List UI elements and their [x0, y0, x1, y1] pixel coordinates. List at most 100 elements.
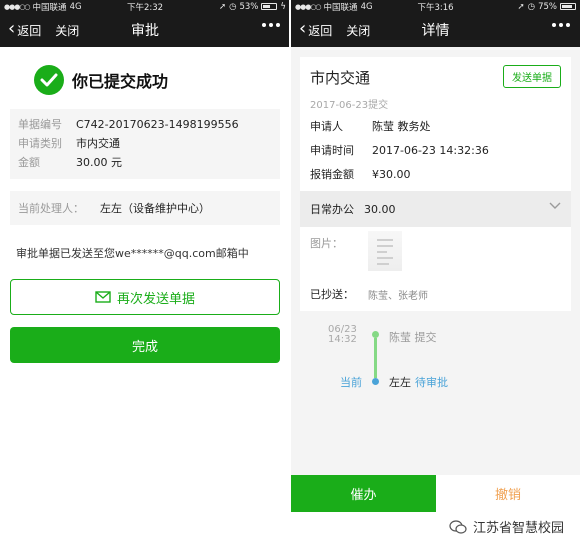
- status-time: 下午2:32: [126, 2, 164, 13]
- battery-icon: [560, 3, 576, 10]
- footer: 江苏省智慧校园: [0, 512, 580, 542]
- detail-row-applicant: 申请人 陈莹 教务处: [300, 115, 571, 139]
- handler-card: 当前处理人： 左左（设备维护中心）: [10, 191, 280, 225]
- nav-bar: ‹ 返回 关闭 审批: [0, 13, 290, 47]
- sent-message: 审批单据已发送至您we******@qq.com邮箱中: [16, 247, 249, 260]
- timeline-status: 待审批: [415, 376, 448, 389]
- battery-percent: 53%: [239, 1, 259, 12]
- info-value: 市内交通: [76, 137, 120, 150]
- detail-card: 市内交通 2017-06-23提交 发送单据 申请人 陈莹 教务处 申请时间 2…: [300, 57, 571, 311]
- urge-button[interactable]: 催办: [291, 475, 436, 512]
- receipt-thumbnail[interactable]: [368, 231, 402, 271]
- detail-label: 报销金额: [310, 168, 354, 181]
- done-button[interactable]: 完成: [10, 327, 280, 363]
- carrier-label: 中国联通: [32, 2, 67, 13]
- detail-header: 市内交通 2017-06-23提交 发送单据: [300, 57, 571, 115]
- approval-timeline: 06/23 14:32 陈莹 提交 当前 左左 待审批: [300, 311, 571, 411]
- location-icon: ➚: [218, 1, 227, 12]
- timeline-pending: 左左 待审批: [389, 374, 448, 390]
- category-label: 日常办公: [310, 203, 354, 216]
- detail-row-amount: 报销金额 ¥30.00: [300, 163, 571, 187]
- left-screen: ●●●○○ 中国联通 4G 下午2:32 ➚ ◷ 53% ϟ ‹ 返回 关闭 审…: [0, 0, 290, 512]
- detail-label: 申请人: [310, 120, 343, 133]
- alarm-icon: ◷: [527, 1, 536, 12]
- image-label: 图片：: [310, 237, 343, 250]
- check-icon: [34, 65, 64, 95]
- status-right: ➚ ◷ 75%: [518, 2, 576, 12]
- detail-row-time: 申请时间 2017-06-23 14:32:36: [300, 139, 571, 163]
- info-row-amount: 金额 30.00 元: [18, 153, 272, 172]
- cc-label: 已抄送：: [310, 288, 354, 301]
- back-button[interactable]: ‹ 返回: [8, 18, 42, 39]
- image-row: 图片：: [300, 227, 571, 277]
- detail-value: ¥30.00: [372, 168, 411, 181]
- timeline-date: 06/23 14:32: [328, 325, 357, 345]
- back-label: 返回: [308, 23, 333, 38]
- timeline-line: [374, 338, 377, 378]
- watermark-text: 江苏省智慧校园: [472, 521, 564, 536]
- status-left: ●●●○○ 中国联通 4G: [4, 1, 82, 13]
- info-row-number: 单据编号 C742-20170623-1498199556: [18, 115, 272, 134]
- timeline-approver: 左左: [389, 376, 411, 389]
- send-document-button[interactable]: 发送单据: [503, 65, 561, 88]
- resend-button[interactable]: 再次发送单据: [10, 279, 280, 315]
- info-label: 单据编号: [18, 118, 62, 131]
- battery-icon: [261, 3, 278, 10]
- close-button[interactable]: 关闭: [55, 22, 79, 39]
- category-row[interactable]: 日常办公 30.00: [300, 191, 571, 227]
- info-value: 30.00 元: [76, 156, 122, 169]
- detail-value: 2017-06-23 14:32:36: [372, 144, 489, 157]
- carrier-label: 中国联通: [323, 2, 358, 13]
- revoke-button[interactable]: 撤销: [436, 475, 580, 512]
- alarm-icon: ◷: [229, 1, 237, 12]
- page-title: 审批: [131, 23, 159, 39]
- cc-value: 陈莹、张老师: [368, 290, 428, 302]
- success-banner: 你已提交成功: [34, 65, 290, 95]
- timeline-dot-done: [372, 331, 379, 338]
- timeline-submitted: 陈莹 提交: [389, 331, 437, 344]
- network-label: 4G: [69, 1, 82, 12]
- close-button[interactable]: 关闭: [346, 22, 370, 39]
- right-screen: ●●●○○ 中国联通 4G 下午3:16 ➚ ◷ 75% ‹ 返回 关闭 详情 …: [291, 0, 580, 512]
- resend-label: 再次发送单据: [116, 291, 195, 307]
- category-value: 30.00: [364, 202, 396, 216]
- info-row-category: 申请类别 市内交通: [18, 134, 272, 153]
- info-value: C742-20170623-1498199556: [76, 118, 239, 131]
- page-title: 详情: [421, 23, 450, 39]
- nav-bar: ‹ 返回 关闭 详情: [291, 13, 580, 47]
- info-card: 单据编号 C742-20170623-1498199556 申请类别 市内交通 …: [10, 109, 280, 179]
- more-menu-icon[interactable]: [262, 23, 280, 27]
- location-icon: ➚: [517, 1, 525, 12]
- status-left: ●●●○○ 中国联通 4G: [295, 1, 373, 13]
- detail-label: 申请时间: [310, 144, 354, 157]
- status-bar: ●●●○○ 中国联通 4G 下午3:16 ➚ ◷ 75%: [291, 0, 580, 13]
- back-button[interactable]: ‹ 返回: [299, 18, 333, 39]
- timeline-dot-current: [372, 378, 379, 385]
- info-label: 金额: [18, 156, 40, 169]
- detail-date: 2017-06-23提交: [310, 100, 389, 111]
- mail-icon: [95, 291, 111, 303]
- status-time: 下午3:16: [417, 2, 454, 13]
- chevron-left-icon: ‹: [8, 18, 16, 39]
- handler-label: 当前处理人：: [18, 202, 84, 215]
- signal-icon: ●●●○○: [4, 2, 31, 11]
- timeline-current-label: 当前: [340, 376, 362, 389]
- signal-icon: ●●●○○: [295, 2, 322, 11]
- success-text: 你已提交成功: [72, 72, 169, 91]
- bottom-action-bar: 催办 撤销: [291, 475, 580, 512]
- status-bar: ●●●○○ 中国联通 4G 下午2:32 ➚ ◷ 53% ϟ: [0, 0, 290, 13]
- cc-row: 已抄送： 陈莹、张老师: [300, 277, 571, 311]
- back-label: 返回: [17, 23, 42, 38]
- battery-percent: 75%: [538, 1, 557, 12]
- detail-value: 陈莹 教务处: [372, 120, 431, 133]
- charging-icon: ϟ: [280, 1, 286, 12]
- more-menu-icon[interactable]: [552, 23, 570, 27]
- watermark: 江苏省智慧校园: [449, 517, 564, 536]
- chevron-left-icon: ‹: [299, 18, 307, 39]
- wechat-logo-icon: [449, 519, 467, 534]
- handler-value: 左左（设备维护中心）: [100, 202, 210, 215]
- chevron-down-icon: [549, 202, 561, 209]
- info-label: 申请类别: [18, 137, 62, 150]
- status-right: ➚ ◷ 53% ϟ: [219, 2, 286, 12]
- timeline-date-time: 14:32: [328, 334, 357, 345]
